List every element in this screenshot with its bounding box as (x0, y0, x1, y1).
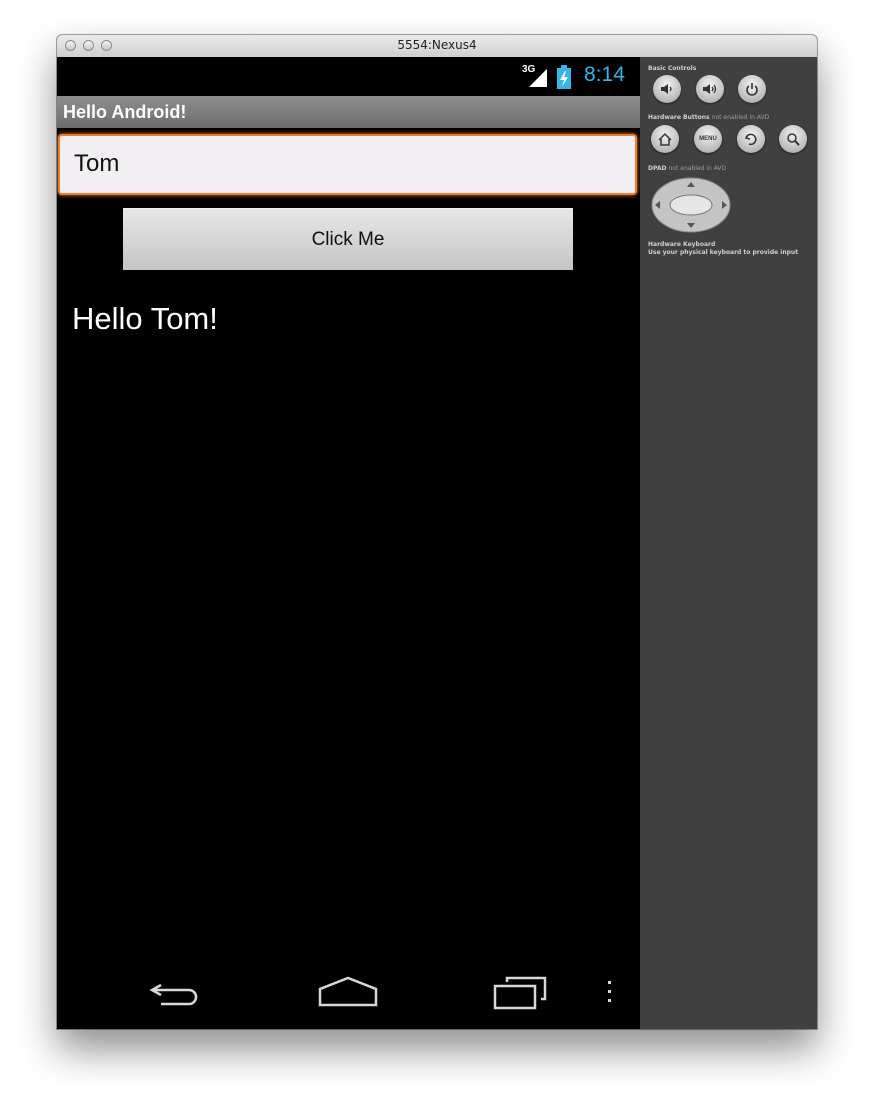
recent-apps-icon[interactable] (491, 975, 549, 1011)
status-clock: 8:14 (584, 63, 625, 86)
hardware-buttons-title: Hardware Buttons (648, 114, 710, 121)
app-title: Hello Android! (63, 102, 187, 122)
name-input[interactable]: Tom (58, 134, 637, 195)
dpad-title: DPAD (648, 165, 667, 172)
navigation-bar (57, 957, 640, 1029)
back-icon[interactable] (149, 977, 205, 1007)
status-bar: 3G 8:14 (57, 57, 640, 96)
dpad-control[interactable] (650, 177, 732, 233)
hardware-buttons-note: not enabled in AVD (711, 114, 770, 121)
hardware-keyboard-note: Use your physical keyboard to provide in… (648, 249, 799, 256)
home-glyph (658, 132, 672, 146)
hardware-buttons-label: Hardware Buttons not enabled in AVD (648, 114, 769, 121)
window-titlebar: 5554:Nexus4 (57, 35, 817, 58)
window-title: 5554:Nexus4 (397, 38, 477, 52)
volume-down-icon[interactable] (653, 75, 681, 103)
home-button[interactable] (651, 125, 679, 153)
volume-down-glyph (661, 84, 672, 94)
greeting-text: Hello Tom! (72, 301, 218, 336)
volume-up-glyph (703, 84, 717, 94)
battery-charging-icon (557, 65, 571, 89)
back-button[interactable] (737, 125, 765, 153)
dpad-label: DPAD not enabled in AVD (648, 165, 726, 172)
power-glyph (746, 83, 758, 96)
dpad-note: not enabled in AVD (668, 165, 727, 172)
back-glyph (744, 133, 757, 146)
search-button[interactable] (779, 125, 807, 153)
click-me-button[interactable]: Click Me (123, 208, 573, 270)
overflow-menu-icon[interactable] (606, 979, 614, 1005)
signal-icon (529, 69, 547, 87)
basic-controls-label: Basic Controls (648, 65, 697, 72)
home-icon[interactable] (317, 975, 379, 1009)
emulator-controls-panel: Basic Controls Hardware Buttons not enab… (640, 57, 817, 1029)
search-glyph (787, 133, 800, 146)
name-input-value: Tom (74, 150, 120, 177)
emulator-window: 5554:Nexus4 3G 8:14 Hello Android! Tom C… (57, 35, 817, 1029)
hardware-keyboard-label: Hardware Keyboard (648, 241, 716, 248)
power-icon[interactable] (738, 75, 766, 103)
action-bar: Hello Android! (57, 96, 640, 128)
menu-button-label: MENU (699, 136, 717, 142)
volume-up-icon[interactable] (696, 75, 724, 103)
menu-button[interactable]: MENU (694, 125, 722, 153)
device-screen: 3G 8:14 Hello Android! Tom Click Me Hell… (57, 57, 640, 1029)
